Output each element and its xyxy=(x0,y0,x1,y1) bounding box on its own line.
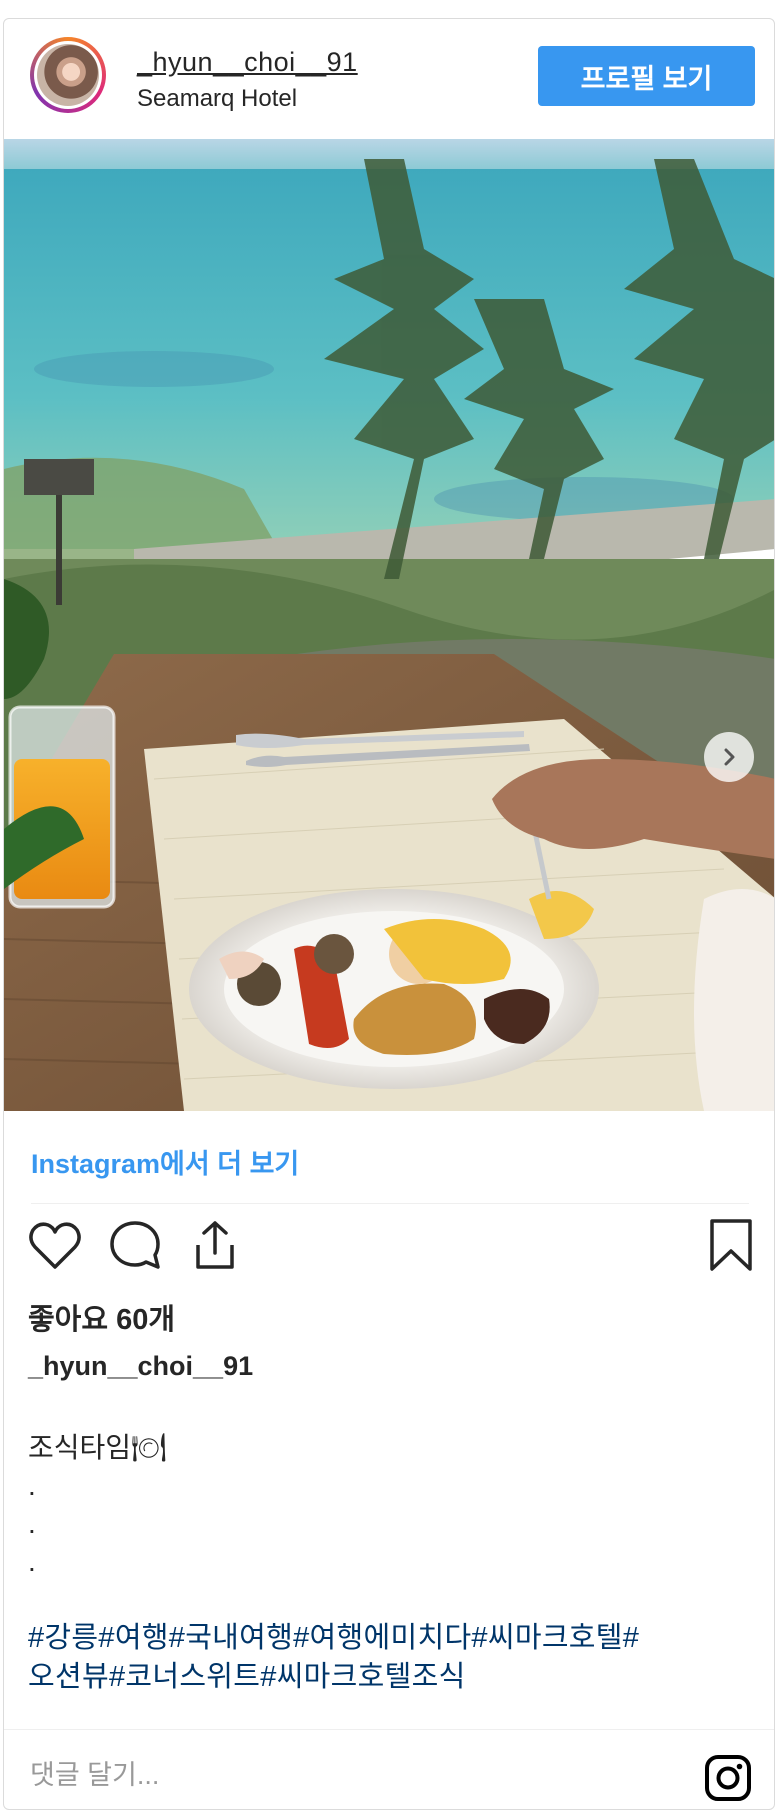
bookmark-icon[interactable] xyxy=(702,1217,760,1275)
next-slide-button[interactable] xyxy=(704,732,754,782)
caption-line: . xyxy=(28,1546,36,1577)
share-icon[interactable] xyxy=(186,1217,244,1275)
comment-icon[interactable] xyxy=(106,1217,164,1275)
divider xyxy=(4,1729,774,1730)
post-photo[interactable] xyxy=(4,139,774,1111)
instagram-icon[interactable] xyxy=(704,1754,752,1802)
caption-text: 조식타임🍽 . . . xyxy=(28,1429,167,1581)
header-username[interactable]: _hyun__choi__91 xyxy=(137,47,358,78)
caption-line: . xyxy=(28,1470,36,1501)
breakfast-sea-view-image xyxy=(4,139,774,1111)
view-profile-button[interactable]: 프로필 보기 xyxy=(538,46,755,106)
instagram-embed-card: _hyun__choi__91 Seamarq Hotel 프로필 보기 Ins… xyxy=(3,18,775,1810)
divider xyxy=(31,1203,749,1204)
location-label[interactable]: Seamarq Hotel xyxy=(137,85,297,113)
avatar-photo xyxy=(37,44,99,106)
action-bar xyxy=(4,1217,774,1287)
hashtag-line[interactable]: #강릉#여행#국내여행#여행에미치다#씨마크호텔# xyxy=(28,1619,748,1658)
likes-count[interactable]: 좋아요 60개 xyxy=(28,1296,175,1338)
hashtags[interactable]: #강릉#여행#국내여행#여행에미치다#씨마크호텔# 오션뷰#코너스위트#씨마크호… xyxy=(28,1619,748,1697)
post-header: _hyun__choi__91 Seamarq Hotel 프로필 보기 xyxy=(4,19,774,139)
caption-line: 조식타임🍽 xyxy=(28,1432,167,1463)
avatar[interactable] xyxy=(30,37,106,113)
view-more-on-instagram-link[interactable]: Instagram에서 더 보기 xyxy=(31,1142,299,1181)
caption-line: . xyxy=(28,1508,36,1539)
chevron-right-icon xyxy=(724,748,735,766)
comment-input[interactable] xyxy=(28,1749,572,1801)
heart-icon[interactable] xyxy=(26,1217,84,1275)
caption-username[interactable]: _hyun__choi__91 xyxy=(28,1351,253,1382)
hashtag-line[interactable]: 오션뷰#코너스위트#씨마크호텔조식 xyxy=(28,1658,748,1697)
